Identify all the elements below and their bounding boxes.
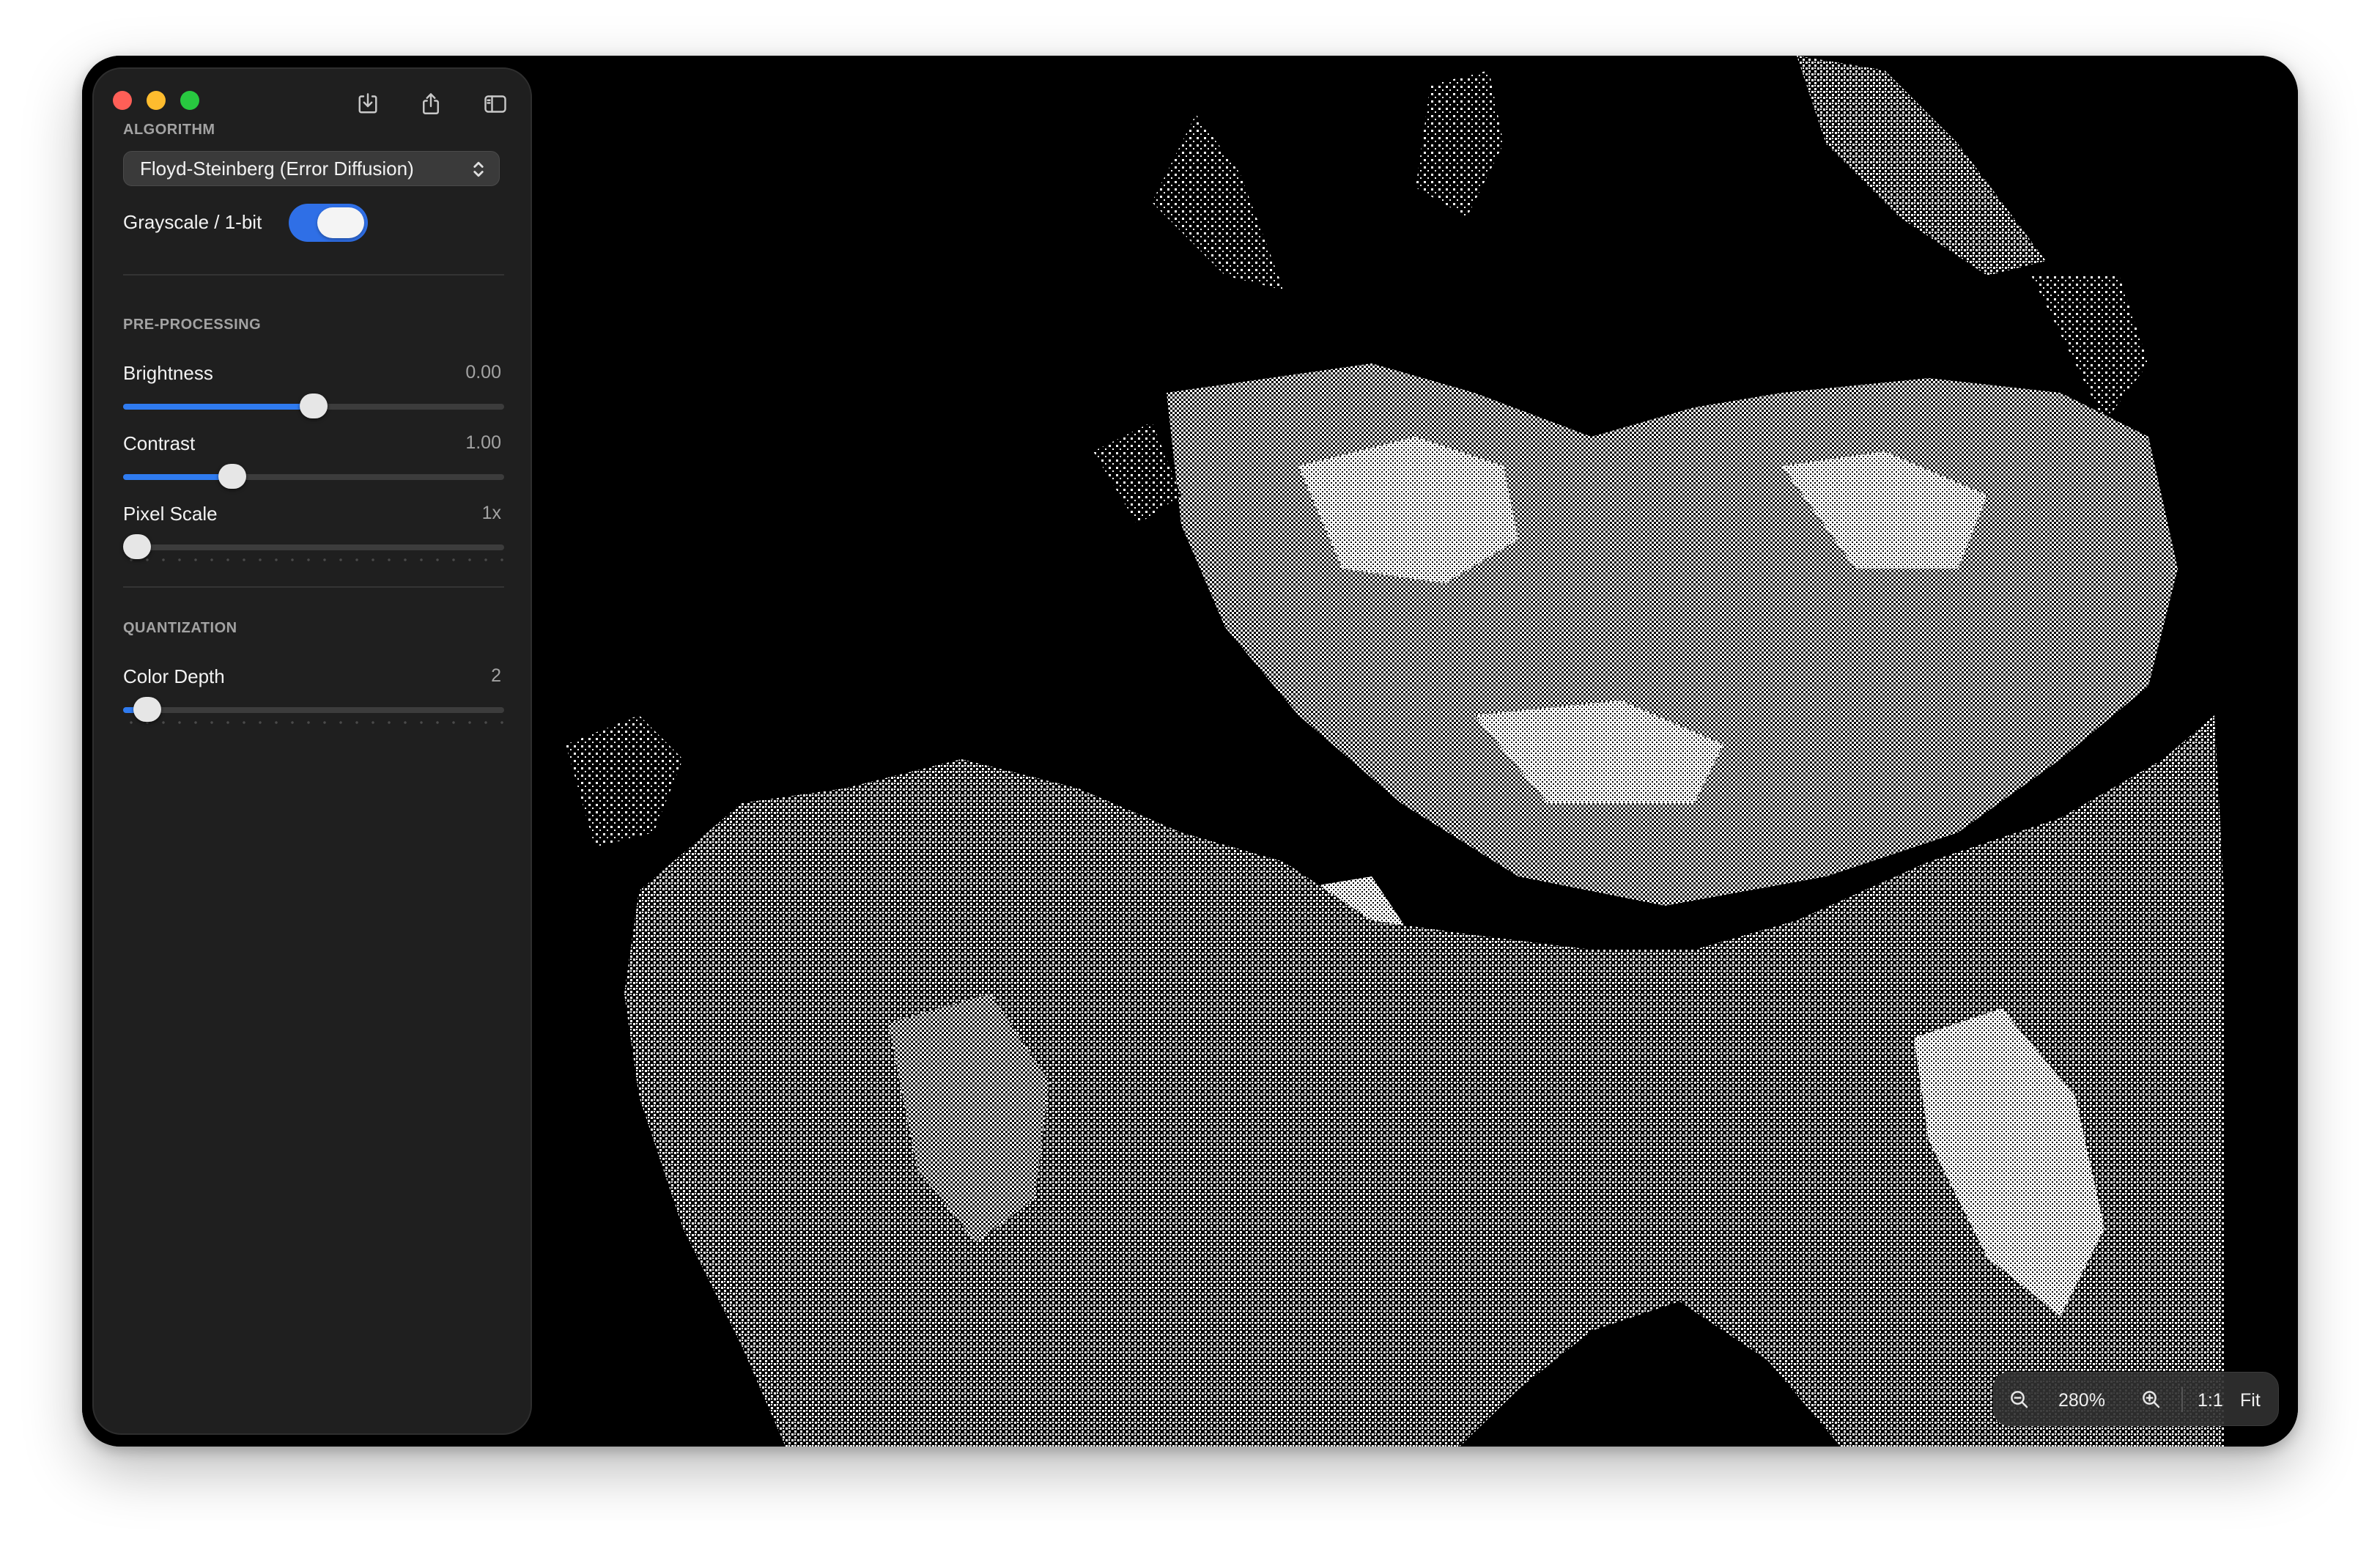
minimize-button[interactable]	[147, 91, 166, 110]
window-controls	[113, 91, 199, 110]
settings-sidebar: ALGORITHM Floyd-Steinberg (Error Diffusi…	[92, 67, 532, 1435]
contrast-value: 1.00	[465, 432, 501, 453]
slider-thumb[interactable]	[123, 534, 151, 559]
close-button[interactable]	[113, 91, 132, 110]
color-depth-value: 2	[491, 665, 501, 686]
zoom-separator	[2181, 1387, 2183, 1412]
slider-ticks	[123, 721, 504, 724]
contrast-label: Contrast	[123, 432, 196, 454]
algorithm-select-value: Floyd-Steinberg (Error Diffusion)	[140, 157, 414, 180]
slider-fill	[123, 404, 314, 410]
slider-track	[123, 707, 504, 713]
contrast-slider[interactable]	[123, 462, 504, 491]
slider-thumb[interactable]	[218, 464, 247, 489]
fit-button[interactable]: Fit	[2240, 1390, 2261, 1411]
toggle-knob	[317, 207, 364, 238]
zoom-level: 280%	[2058, 1390, 2105, 1411]
slider-thumb[interactable]	[300, 394, 328, 418]
pixel-scale-slider[interactable]	[123, 532, 504, 561]
zoom-out-icon[interactable]	[2008, 1389, 2030, 1411]
grayscale-label: Grayscale / 1-bit	[123, 211, 262, 233]
sidebar-toggle-icon[interactable]	[479, 88, 511, 120]
slider-thumb[interactable]	[133, 697, 162, 722]
quantization-section-title: QUANTIZATION	[123, 620, 237, 636]
up-down-chevron-icon	[473, 161, 484, 177]
grayscale-toggle[interactable]	[289, 204, 368, 242]
color-depth-label: Color Depth	[123, 665, 225, 687]
brightness-value: 0.00	[465, 362, 501, 383]
pixel-scale-value: 1x	[481, 503, 501, 523]
algorithm-select[interactable]: Floyd-Steinberg (Error Diffusion)	[123, 151, 500, 186]
divider	[123, 586, 504, 588]
slider-ticks	[123, 558, 504, 561]
zoom-in-icon[interactable]	[2140, 1389, 2162, 1411]
pixel-scale-label: Pixel Scale	[123, 503, 218, 525]
zoom-button[interactable]	[180, 91, 199, 110]
brightness-slider[interactable]	[123, 391, 504, 421]
divider	[123, 274, 504, 276]
actual-size-button[interactable]: 1:1	[2198, 1390, 2223, 1411]
slider-fill	[123, 474, 233, 480]
preprocessing-section-title: PRE-PROCESSING	[123, 317, 262, 333]
algorithm-section-title: ALGORITHM	[123, 122, 215, 138]
app-window: ALGORITHM Floyd-Steinberg (Error Diffusi…	[82, 56, 2298, 1447]
color-depth-slider[interactable]	[123, 695, 504, 724]
brightness-label: Brightness	[123, 362, 213, 384]
import-icon[interactable]	[352, 88, 384, 120]
zoom-controls: 280% 1:1 Fit	[1993, 1372, 2279, 1426]
slider-track	[123, 544, 504, 550]
share-icon[interactable]	[415, 88, 447, 120]
